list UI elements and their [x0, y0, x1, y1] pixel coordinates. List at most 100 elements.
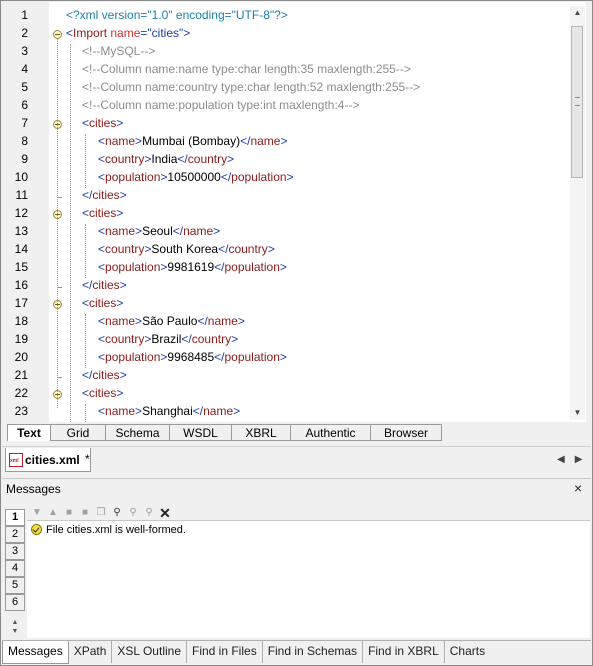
bottom-tab-find-in-files[interactable]: Find in Files [187, 641, 263, 663]
line-number: 11 [15, 188, 28, 202]
line-number: 15 [14, 260, 28, 274]
line-number-gutter: 1 2 3 4 5 6 7 8 9 10 11 12 13 14 15 16 17 18 19 20 21 22 23 [2, 2, 49, 422]
code-line[interactable]: </cities> [82, 188, 127, 202]
scroll-down-arrow-icon[interactable]: ▼ [570, 406, 585, 420]
code-line[interactable]: <cities> [82, 296, 123, 310]
fold-guide-line [57, 399, 59, 408]
code-line[interactable]: <name>Shanghai</name> [98, 404, 240, 418]
code-token: "cities" [147, 26, 184, 40]
code-line[interactable]: <country>Brazil</country> [98, 332, 238, 346]
code-token: </ [197, 314, 208, 328]
code-line[interactable]: <?xml version="1.0" encoding="UTF-8"?> [66, 8, 288, 22]
code-line[interactable]: <population>9981619</population> [98, 260, 287, 274]
scroll-up-arrow-icon[interactable]: ▲ [570, 6, 585, 20]
code-token: > [119, 278, 127, 292]
code-token: > [135, 224, 143, 238]
view-tab-xbrl[interactable]: XBRL [232, 424, 291, 441]
code-line[interactable]: <!--Column name:name type:char length:35… [82, 62, 411, 76]
code-line[interactable]: <cities> [82, 206, 123, 220]
message-row[interactable]: File cities.xml is well-formed. [31, 524, 186, 536]
code-line[interactable]: <name>São Paulo</name> [98, 314, 245, 328]
find-next-icon[interactable]: ⚲ [142, 506, 156, 520]
code-line[interactable]: <cities> [82, 116, 123, 130]
code-line[interactable]: </cities> [82, 368, 127, 382]
code-token: cities [92, 188, 120, 202]
close-icon[interactable]: × [574, 480, 582, 496]
code-token: > [116, 386, 124, 400]
code-token: > [183, 26, 191, 40]
message-page-tab-5[interactable]: 5 [5, 577, 25, 594]
message-page-tab-4[interactable]: 4 [5, 560, 25, 577]
code-line[interactable]: <country>South Korea</country> [98, 242, 275, 256]
copy-message-icon[interactable]: ■ [62, 506, 76, 520]
xml-file-icon [9, 453, 23, 467]
code-line[interactable]: <Import name="cities"> [66, 26, 190, 40]
bottom-tab-xsl-outline[interactable]: XSL Outline [112, 641, 187, 663]
side-scroll-up-icon[interactable]: ▲ [5, 618, 25, 627]
previous-message-icon[interactable]: ▲ [46, 506, 60, 520]
side-tab-scroll[interactable]: ▲ ▼ [5, 618, 25, 636]
bottom-tab-charts[interactable]: Charts [445, 641, 490, 663]
code-line[interactable]: </cities> [82, 278, 127, 292]
find-icon[interactable]: ⚲ [110, 506, 124, 520]
side-scroll-down-icon[interactable]: ▼ [5, 627, 25, 636]
tab-scroll-left-icon[interactable]: ◀ [557, 454, 575, 465]
scroll-thumb[interactable] [571, 26, 583, 178]
view-tab-grid[interactable]: Grid [51, 424, 106, 441]
view-tab-browser[interactable]: Browser [371, 424, 442, 441]
view-tab-wsdl[interactable]: WSDL [170, 424, 232, 441]
code-token: > [237, 314, 245, 328]
bottom-tab-xpath[interactable]: XPath [69, 641, 113, 663]
message-page-tab-1[interactable]: 1 [5, 509, 25, 526]
message-page-tab-6[interactable]: 6 [5, 594, 25, 611]
view-tab-text[interactable]: Text [7, 424, 51, 441]
code-line[interactable]: <name>Seoul</name> [98, 224, 220, 238]
find-previous-icon[interactable]: ⚲ [126, 506, 140, 520]
xml-text-editor[interactable]: 1 2 3 4 5 6 7 8 9 10 11 12 13 14 15 16 17 18 19 20 21 22 23 <?… [2, 2, 586, 422]
code-token: </ [240, 134, 251, 148]
line-number: 12 [14, 206, 28, 220]
view-tab-bar: Text Grid Schema WSDL XBRL Authentic Bro… [7, 424, 442, 442]
code-line[interactable]: <population>10500000</population> [98, 170, 294, 184]
messages-panel-title: Messages [6, 482, 61, 496]
fold-toggle-icon[interactable] [53, 30, 62, 39]
fold-guide-line [57, 309, 59, 372]
code-token: < [98, 152, 106, 166]
clear-messages-icon[interactable]: ✕ [158, 506, 172, 520]
code-line[interactable]: <population>9968485</population> [98, 350, 287, 364]
line-number: 23 [14, 404, 28, 418]
code-token: < [82, 116, 90, 130]
bottom-tab-messages[interactable]: Messages [2, 641, 69, 664]
line-number: 9 [21, 152, 28, 166]
code-line[interactable]: <name>Mumbai (Bombay)</name> [98, 134, 287, 148]
code-token: > [233, 404, 241, 418]
tab-scroll-right-icon[interactable]: ▶ [575, 454, 593, 465]
code-token: population [105, 260, 161, 274]
document-tab-bar: cities.xml * ◀▶ [2, 446, 591, 473]
message-page-tab-3[interactable]: 3 [5, 543, 25, 560]
code-token: > [227, 152, 235, 166]
code-line[interactable]: <cities> [82, 386, 123, 400]
code-line[interactable]: <country>India</country> [98, 152, 234, 166]
bottom-tab-find-in-xbrl[interactable]: Find in XBRL [363, 641, 445, 663]
code-token: > [280, 134, 288, 148]
fold-end-marker [57, 287, 62, 289]
code-token: name [207, 314, 238, 328]
view-tab-authentic[interactable]: Authentic [291, 424, 371, 441]
bottom-tab-find-in-schemas[interactable]: Find in Schemas [263, 641, 364, 663]
next-message-icon[interactable]: ▼ [30, 506, 44, 520]
copy-messages-icon[interactable]: ❐ [94, 506, 108, 520]
code-token: name [203, 404, 234, 418]
vertical-scrollbar[interactable]: ▲ ▼ [570, 6, 585, 420]
copy-all-icon[interactable]: ■ [78, 506, 92, 520]
code-line[interactable]: <!--Column name:country type:char length… [82, 80, 420, 94]
line-number: 13 [14, 224, 28, 238]
message-page-tab-2[interactable]: 2 [5, 526, 25, 543]
code-token: cities [89, 386, 117, 400]
document-tab-cities[interactable]: cities.xml * [5, 448, 91, 472]
code-token: < [98, 350, 106, 364]
code-line[interactable]: <!--MySQL--> [82, 44, 155, 58]
view-tab-schema[interactable]: Schema [106, 424, 170, 441]
code-token: < [98, 332, 106, 346]
code-line[interactable]: <!--Column name:population type:int maxl… [82, 98, 359, 112]
